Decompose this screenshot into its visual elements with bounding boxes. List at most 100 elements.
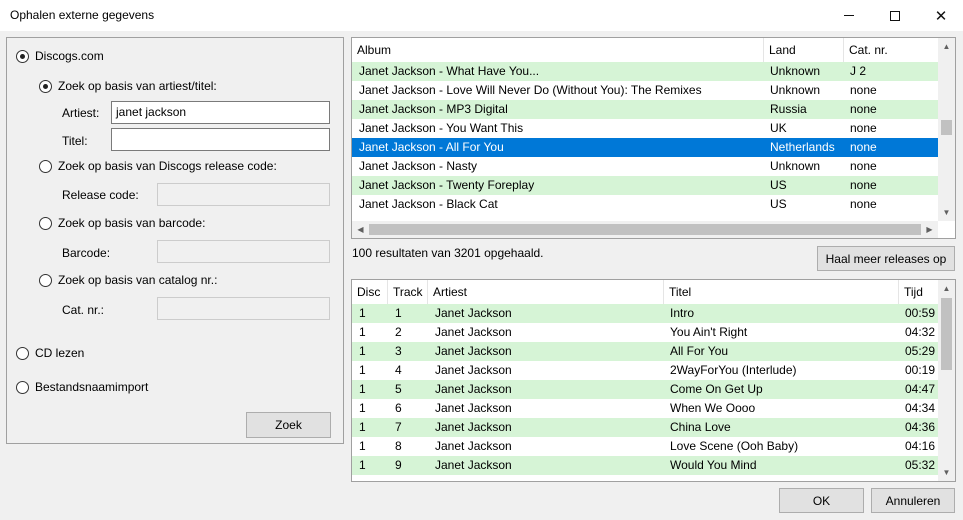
artist-input[interactable]: janet jackson [111,101,330,124]
release-cell-album: Janet Jackson - Black Cat [359,197,498,211]
track-cell-time: 00:19 [905,363,936,377]
release-cell-land: Unknown [770,64,821,78]
track-cell-artist: Janet Jackson [435,325,512,339]
track-row[interactable]: 1 4 Janet Jackson 2WayForYou (Interlude) 00:… [352,361,938,380]
track-row[interactable]: 1 2 Janet Jackson You Ain't Right 04:32 [352,323,938,342]
track-row[interactable]: 1 6 Janet Jackson When We Oooo 04:34 [352,399,938,418]
cancel-button[interactable]: Annuleren [871,488,955,513]
track-row[interactable]: 1 3 Janet Jackson All For You 05:29 [352,342,938,361]
catno-input[interactable] [157,297,330,320]
barcode-input[interactable] [157,240,330,263]
column-disc[interactable]: Disc [352,280,388,304]
track-cell-track: 8 [395,439,402,453]
release-cell-album: Janet Jackson - What Have You... [359,64,540,78]
column-artist[interactable]: Artiest [428,280,664,304]
release-row[interactable]: Janet Jackson - Twenty Foreplay US none [352,176,938,195]
track-row[interactable]: 1 9 Janet Jackson Would You Mind 05:32 [352,456,938,475]
track-cell-track: 7 [395,420,402,434]
track-row[interactable]: 1 5 Janet Jackson Come On Get Up 04:47 [352,380,938,399]
source-panel: Discogs.com Zoek op basis van artiest/ti… [6,37,344,444]
barcode-label: Barcode: [62,246,111,260]
releases-hscroll[interactable]: ◀ ▶ [352,221,938,238]
maximize-icon [890,10,900,21]
track-cell-track: 6 [395,401,402,415]
track-cell-title: When We Oooo [670,401,756,415]
releases-vscroll[interactable]: ▲ ▼ [938,38,955,221]
release-row[interactable]: Janet Jackson - What Have You... Unknown J… [352,62,938,81]
discogs-radio[interactable] [16,50,29,63]
track-row[interactable]: 1 8 Janet Jackson Love Scene (Ooh Baby) 04:1… [352,437,938,456]
scroll-up-icon[interactable]: ▲ [938,280,955,297]
tracks-vscroll-thumb[interactable] [941,298,952,370]
cd-read-radio[interactable] [16,347,29,360]
column-title[interactable]: Titel [664,280,899,304]
release-row[interactable]: Janet Jackson - All For You Netherlands no… [352,138,938,157]
scroll-down-icon[interactable]: ▼ [938,464,955,481]
catno-label: Cat. nr.: [62,303,105,317]
release-cell-catno: none [850,102,877,116]
artist-label: Artiest: [62,106,100,120]
maximize-button[interactable] [872,0,918,31]
track-row[interactable]: 1 7 Janet Jackson China Love 04:36 [352,418,938,437]
track-cell-disc: 1 [359,382,366,396]
release-cell-catno: none [850,197,877,211]
track-cell-artist: Janet Jackson [435,382,512,396]
track-cell-track: 3 [395,344,402,358]
column-time[interactable]: Tijd [899,280,940,304]
column-album[interactable]: Album [352,38,764,62]
release-cell-album: Janet Jackson - Love Will Never Do (With… [359,83,702,97]
release-code-label: Release code: [62,188,139,202]
scroll-down-icon[interactable]: ▼ [938,204,955,221]
search-catalog-radio[interactable] [39,274,52,287]
release-row[interactable]: Janet Jackson - Love Will Never Do (With… [352,81,938,100]
track-cell-time: 04:36 [905,420,936,434]
release-cell-album: Janet Jackson - Twenty Foreplay [359,178,535,192]
tracks-table: Disc Track Artiest Titel Tijd 1 1 Janet Ja… [351,279,956,482]
tracks-vscroll[interactable]: ▲ ▼ [938,280,955,481]
search-barcode-radio[interactable] [39,217,52,230]
column-catno[interactable]: Cat. nr. [844,38,940,62]
more-releases-button[interactable]: Haal meer releases op [817,246,955,271]
search-release-code-label: Zoek op basis van Discogs release code: [58,159,277,173]
minimize-button[interactable] [826,0,872,31]
close-button[interactable]: ✕ [918,0,963,31]
track-cell-track: 5 [395,382,402,396]
releases-hscroll-thumb[interactable] [369,224,921,235]
title-input[interactable] [111,128,330,151]
track-row[interactable]: 1 1 Janet Jackson Intro 00:59 [352,304,938,323]
search-artist-title-radio[interactable] [39,80,52,93]
release-cell-land: US [770,197,787,211]
track-cell-disc: 1 [359,420,366,434]
release-cell-catno: none [850,159,877,173]
scroll-right-icon[interactable]: ▶ [921,221,938,238]
release-row[interactable]: Janet Jackson - You Want This UK none [352,119,938,138]
track-cell-artist: Janet Jackson [435,344,512,358]
release-row[interactable]: Janet Jackson - Black Cat US none [352,195,938,214]
column-land[interactable]: Land [764,38,844,62]
release-cell-land: US [770,178,787,192]
track-cell-title: You Ain't Right [670,325,748,339]
search-release-code-radio[interactable] [39,160,52,173]
track-cell-time: 04:47 [905,382,936,396]
track-cell-time: 05:29 [905,344,936,358]
release-cell-album: Janet Jackson - MP3 Digital [359,102,508,116]
track-cell-disc: 1 [359,401,366,415]
track-cell-artist: Janet Jackson [435,439,512,453]
releases-vscroll-thumb[interactable] [941,120,952,135]
release-row[interactable]: Janet Jackson - Nasty Unknown none [352,157,938,176]
track-cell-time: 04:34 [905,401,936,415]
release-row[interactable]: Janet Jackson - MP3 Digital Russia none [352,100,938,119]
search-button[interactable]: Zoek [246,412,331,438]
track-cell-disc: 1 [359,344,366,358]
ok-button[interactable]: OK [779,488,864,513]
minimize-icon [844,15,854,16]
track-cell-disc: 1 [359,439,366,453]
filename-import-radio[interactable] [16,381,29,394]
column-track[interactable]: Track [388,280,428,304]
releases-table: Album Land Cat. nr. Janet Jackson - What… [351,37,956,239]
scroll-up-icon[interactable]: ▲ [938,38,955,55]
track-cell-track: 2 [395,325,402,339]
scroll-left-icon[interactable]: ◀ [352,221,369,238]
track-cell-time: 04:32 [905,325,936,339]
release-code-input[interactable] [157,183,330,206]
